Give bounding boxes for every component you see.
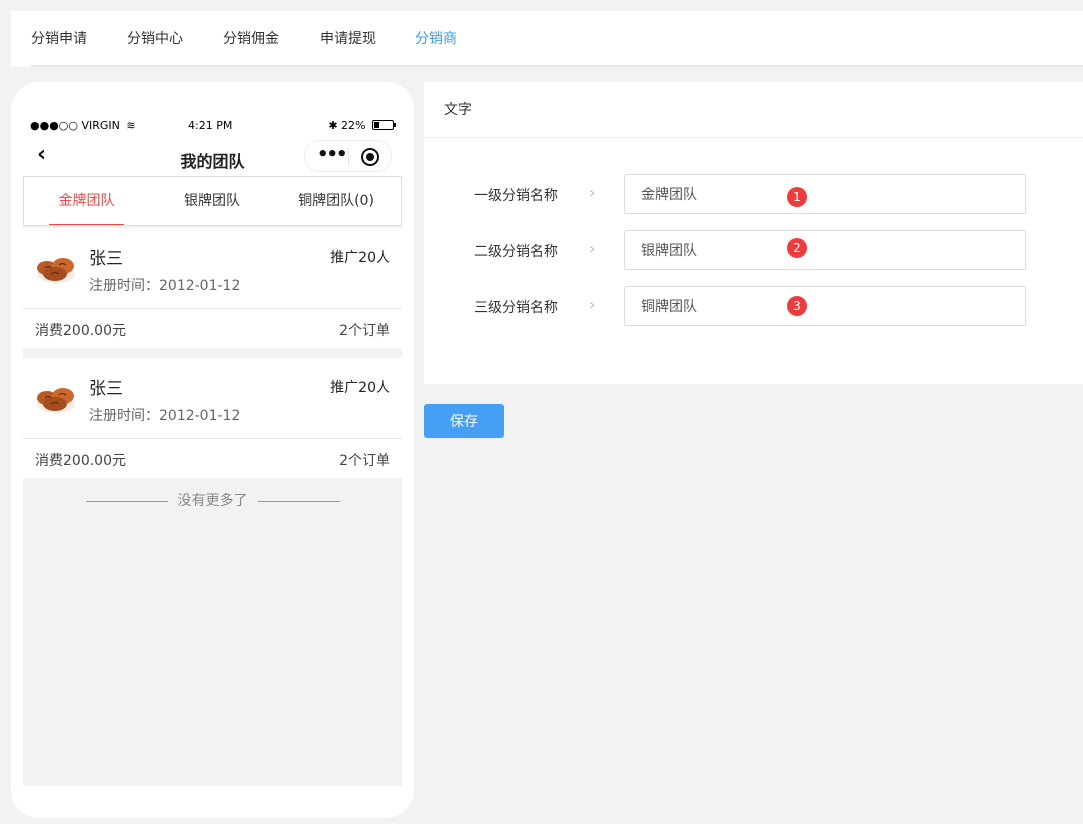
tab-distribution-center[interactable]: 分销中心 (127, 11, 183, 67)
capsule-divider (348, 148, 349, 166)
member-spend: 消费200.00元 (35, 323, 126, 339)
carrier-name: ●●●○○ VIRGIN (30, 119, 120, 132)
chevron-right-icon: › (589, 183, 596, 202)
member-name: 张三 (89, 249, 123, 269)
step-badge: 3 (787, 296, 807, 316)
top-tab-bar: 分销申请 分销中心 分销佣金 申请提现 分销商 (11, 11, 1083, 67)
member-card[interactable]: 张三 推广20人 注册时间：2012-01-12 消费200.00元 2个订单 (23, 228, 402, 348)
level2-name-row: 二级分销名称 › 2 (424, 230, 1083, 270)
phone-navbar: ‹ 我的团队 ••• (23, 136, 402, 176)
step-badge: 2 (787, 238, 807, 258)
level1-name-input[interactable] (624, 174, 1026, 214)
tab-distribution-apply[interactable]: 分销申请 (31, 11, 87, 67)
battery-percent: 22% (341, 119, 366, 132)
tab-distributor-label: 分销商 (415, 31, 457, 47)
level1-name-row: 一级分销名称 › 1 (424, 174, 1083, 214)
tab-gold-team[interactable]: 金牌团队(0) (49, 177, 124, 257)
gold-tab-underline (49, 224, 124, 225)
tab-distribution-commission[interactable]: 分销佣金 (223, 11, 279, 67)
status-bar: ●●●○○ VIRGIN ≋ 4:21 PM ✱ 22% (23, 114, 402, 136)
close-target-icon[interactable] (361, 148, 379, 166)
level3-name-row: 三级分销名称 › 3 (424, 286, 1083, 326)
mini-program-capsule: ••• (304, 140, 392, 172)
carrier-text: ●●●○○ VIRGIN ≋ (30, 119, 136, 132)
status-right: ✱ 22% (328, 119, 396, 132)
member-register-time: 注册时间：2012-01-12 (89, 408, 241, 424)
level2-name-label: 二级分销名称 (474, 244, 558, 260)
avatar (37, 258, 75, 283)
avatar (37, 388, 75, 413)
step-badge: 1 (787, 187, 807, 207)
save-button[interactable]: 保存 (424, 404, 504, 438)
level1-name-label: 一级分销名称 (474, 188, 558, 204)
member-register-time: 注册时间：2012-01-12 (89, 278, 241, 294)
panel-title: 文字 (424, 82, 1083, 138)
status-time: 4:21 PM (188, 119, 233, 132)
member-promotion-count: 推广20人 (330, 380, 390, 396)
tab-bronze-team[interactable]: 铜牌团队(0) (298, 177, 374, 225)
tab-bar-divider (31, 65, 1083, 67)
chevron-right-icon: › (589, 239, 596, 258)
member-divider (23, 438, 402, 439)
more-icon[interactable]: ••• (317, 144, 347, 165)
phone-screen: ●●●○○ VIRGIN ≋ 4:21 PM ✱ 22% ‹ 我的团队 ••• … (23, 114, 402, 786)
no-more-indicator: 没有更多了 (23, 490, 402, 510)
member-promotion-count: 推广20人 (330, 250, 390, 266)
member-name: 张三 (89, 379, 123, 399)
no-more-line-left (85, 500, 168, 502)
member-orders: 2个订单 (339, 453, 390, 469)
tab-silver-team[interactable]: 银牌团队(10) (170, 177, 254, 257)
text-settings-panel: 文字 一级分销名称 › 1 二级分销名称 › 2 三级分销名称 › 3 (424, 82, 1083, 384)
no-more-text: 没有更多了 (177, 493, 248, 509)
bluetooth-icon: ✱ (328, 119, 338, 132)
member-spend: 消费200.00元 (35, 453, 126, 469)
battery-icon (372, 120, 396, 130)
member-orders: 2个订单 (339, 323, 390, 339)
member-card[interactable]: 张三 推广20人 注册时间：2012-01-12 消费200.00元 2个订单 (23, 358, 402, 478)
member-divider (23, 308, 402, 309)
wifi-icon: ≋ (126, 119, 136, 132)
chevron-right-icon: › (589, 295, 596, 314)
tab-withdraw-apply[interactable]: 申请提现 (320, 11, 376, 67)
team-tabs: 金牌团队(0) 银牌团队(10) 铜牌团队(0) (23, 176, 402, 257)
tab-distributor[interactable]: 分销商 (415, 11, 457, 67)
level2-name-input[interactable] (624, 230, 1026, 270)
phone-preview: ●●●○○ VIRGIN ≋ 4:21 PM ✱ 22% ‹ 我的团队 ••• … (11, 82, 414, 818)
level3-name-label: 三级分销名称 (474, 300, 558, 316)
level3-name-input[interactable] (624, 286, 1026, 326)
no-more-line-right (257, 500, 340, 502)
